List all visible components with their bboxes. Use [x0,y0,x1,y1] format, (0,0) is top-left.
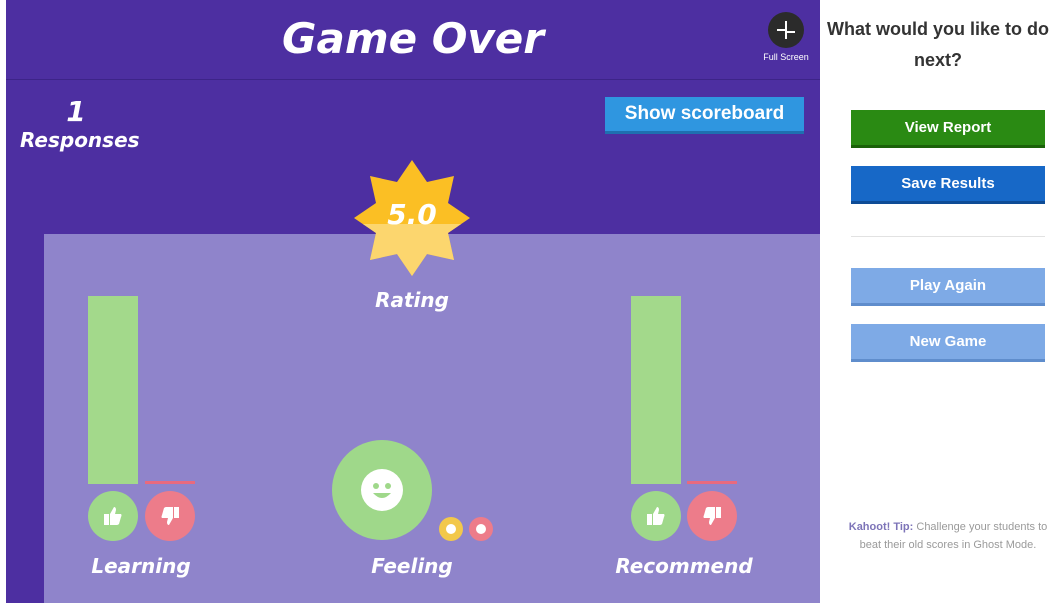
sidebar-divider [851,236,1045,237]
show-scoreboard-button[interactable]: Show scoreboard [605,97,804,134]
learning-thumbs-down [145,491,195,541]
page-title: Game Over [282,14,544,63]
learning-thumbs-up [88,491,138,541]
recommend-thumbs-down [687,491,737,541]
learning-positive-bar [88,296,138,484]
thumbs-down-icon [703,507,721,525]
view-report-button[interactable]: View Report [851,110,1045,148]
thumbs-up-icon [647,507,665,525]
rating-badge: 5.0 [352,158,472,278]
recommend-positive-bar [631,296,681,484]
learning-label: Learning [91,554,191,578]
rating-label: Rating [375,288,449,312]
happy-face-icon [361,469,403,511]
responses-count: 1 [66,95,86,128]
recommend-label: Recommend [615,554,753,578]
game-over-screen: Game Over Full Screen 1 Responses Show s… [6,0,820,603]
recommend-thumbs-up [631,491,681,541]
collapse-icon [768,12,804,48]
learning-negative-bar [145,481,195,484]
responses-label: Responses [20,128,140,152]
kahoot-tip: Kahoot! Tip: Challenge your students to … [848,518,1048,554]
tip-label: Kahoot! Tip: [848,521,914,533]
new-game-button[interactable]: New Game [851,324,1045,362]
feeling-neutral-result [439,517,463,541]
next-question: What would you like to do next? [827,19,1049,70]
fullscreen-label: Full Screen [763,52,809,62]
responses-summary: 1 Responses [20,95,140,153]
next-actions-sidebar: What would you like to do next? View Rep… [820,0,1056,603]
header-bar: Game Over Full Screen [6,0,820,80]
rating-value: 5.0 [387,198,437,231]
neutral-face-icon [446,524,456,534]
recommend-negative-bar [687,481,737,484]
play-again-button[interactable]: Play Again [851,268,1045,306]
feeling-sad-result [469,517,493,541]
save-results-button[interactable]: Save Results [851,166,1045,204]
feeling-label: Feeling [371,554,453,578]
fullscreen-button[interactable]: Full Screen [754,12,818,68]
sad-face-icon [476,524,486,534]
thumbs-down-icon [161,507,179,525]
feeling-happy-result [332,440,432,540]
thumbs-up-icon [104,507,122,525]
